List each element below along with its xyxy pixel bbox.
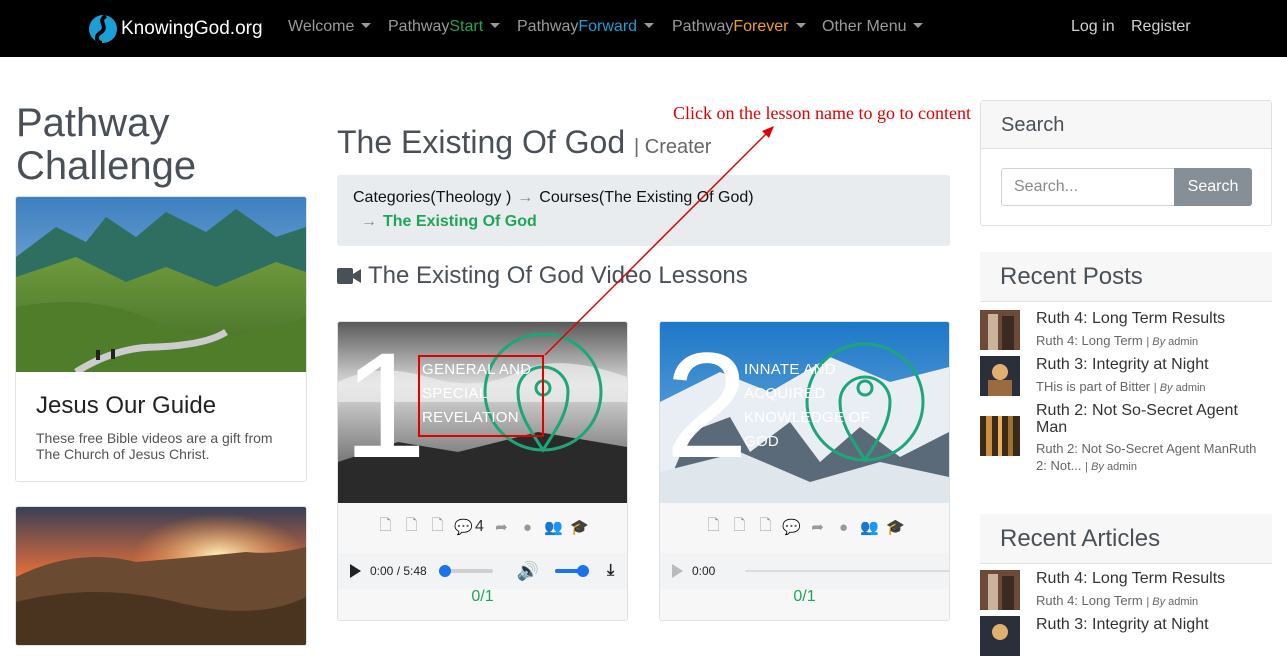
- lesson-thumbnail[interactable]: 2 INNATE AND ACQUIRED KNOWLEDGE OF GOD: [660, 322, 949, 503]
- article-thumbnail[interactable]: [980, 616, 1020, 656]
- lesson-name-link[interactable]: INNATE AND ACQUIRED KNOWLEDGE OF GOD: [744, 358, 884, 454]
- share-icon[interactable]: ➦: [809, 519, 826, 536]
- search-widget: Search Search: [980, 100, 1272, 226]
- comments-icon[interactable]: 💬: [454, 519, 473, 536]
- post-excerpt: Ruth 2: Not So-Secret Agent ManRuth 2: N…: [1036, 441, 1257, 473]
- nav-welcome[interactable]: Welcome: [288, 18, 372, 36]
- lesson-subtitle: | Creater: [634, 136, 712, 158]
- recent-articles-widget: Recent Articles Ruth 4: Long Term Result…: [980, 514, 1272, 656]
- knowinggod-logo-icon: [89, 14, 117, 45]
- chevron-down-icon: [361, 23, 372, 28]
- breadcrumb-current: The Existing Of God: [383, 213, 537, 230]
- share-icon[interactable]: ➦: [493, 519, 510, 536]
- card-title[interactable]: Jesus Our Guide: [36, 392, 216, 420]
- lesson-number: 2: [665, 322, 749, 489]
- comment-count: 4: [475, 518, 484, 535]
- lesson-card-2: 2 INNATE AND ACQUIRED KNOWLEDGE OF GOD 🗋…: [659, 321, 950, 621]
- volume-icon[interactable]: 🔊: [517, 561, 539, 582]
- annotation-text: Click on the lesson name to go to conten…: [673, 103, 971, 123]
- search-widget-title: Search: [981, 101, 1271, 149]
- guide-card[interactable]: Jesus Our Guide These free Bible videos …: [15, 196, 307, 482]
- volume-slider[interactable]: [555, 565, 590, 577]
- annotation-highlight-box: [418, 355, 544, 437]
- pdf-file-icon[interactable]: 🗋: [705, 517, 722, 536]
- download-icon[interactable]: ⤓: [607, 562, 614, 580]
- lesson-score: 0/1: [471, 588, 494, 605]
- post-title-link[interactable]: Ruth 3: Integrity at Night: [1036, 356, 1266, 373]
- search-input[interactable]: [1001, 168, 1175, 206]
- search-button[interactable]: Search: [1174, 168, 1252, 206]
- globe-icon[interactable]: ●: [519, 519, 536, 536]
- chevron-down-icon: [913, 23, 924, 28]
- article-title-link[interactable]: Ruth 3: Integrity at Night: [1036, 616, 1266, 633]
- card-text: These free Bible videos are a gift from …: [36, 430, 273, 462]
- chevron-down-icon: [795, 23, 806, 28]
- brand-name: KnowingGod.org: [121, 18, 263, 39]
- breadcrumb-course[interactable]: Courses(The Existing Of God): [539, 189, 753, 206]
- audio-time: 0:00: [692, 564, 716, 578]
- audio-player: 0:00 / 5:48 🔊 ⤓: [338, 553, 627, 589]
- globe-icon[interactable]: ●: [835, 519, 852, 536]
- top-navbar: KnowingGod.org Welcome PathwayStart Path…: [0, 0, 1287, 57]
- audio-progress-slider[interactable]: [438, 565, 493, 577]
- sunset-card[interactable]: [15, 506, 307, 646]
- users-icon[interactable]: 👥: [544, 519, 563, 536]
- login-link[interactable]: Log in: [1071, 18, 1115, 36]
- article-title-link[interactable]: Ruth 4: Long Term Results: [1036, 570, 1266, 587]
- recent-articles-title: Recent Articles: [980, 514, 1272, 564]
- post-thumbnail[interactable]: [980, 416, 1020, 456]
- chevron-down-icon: [490, 23, 501, 28]
- nav-other-menu[interactable]: Other Menu: [822, 18, 924, 36]
- nav-pathway-forever[interactable]: PathwayForever: [672, 18, 806, 36]
- mountain-valley-image: [16, 197, 306, 372]
- article-excerpt: Ruth 4: Long Term | By admin: [1036, 593, 1199, 608]
- post-thumbnail[interactable]: [980, 310, 1020, 350]
- comments-icon[interactable]: 💬: [782, 519, 801, 536]
- ppt-file-icon[interactable]: 🗋: [403, 517, 420, 536]
- audio-progress-slider[interactable]: [745, 570, 949, 572]
- recent-posts-title: Recent Posts: [980, 252, 1272, 302]
- post-title-link[interactable]: Ruth 4: Long Term Results: [1036, 310, 1266, 327]
- video-camera-icon: [337, 268, 361, 284]
- sunset-landscape-image: [16, 507, 306, 645]
- breadcrumb: Categories(Theology ) → Courses(The Existi…: [337, 175, 950, 246]
- article-thumbnail[interactable]: [980, 570, 1020, 610]
- chevron-down-icon: [644, 23, 655, 28]
- post-title-link[interactable]: Ruth 2: Not So-Secret Agent Man: [1036, 402, 1266, 436]
- word-file-icon[interactable]: 🗋: [429, 517, 446, 536]
- play-icon[interactable]: [350, 564, 361, 578]
- lesson-toolbar: 🗋 🗋 🗋 💬 ➦ ● 👥 🎓: [660, 514, 949, 540]
- pdf-file-icon[interactable]: 🗋: [377, 517, 394, 536]
- breadcrumb-category[interactable]: Categories(Theology ): [353, 189, 511, 206]
- lesson-score: 0/1: [793, 588, 816, 605]
- lesson-number: 1: [343, 322, 427, 489]
- play-icon[interactable]: [672, 564, 683, 578]
- post-thumbnail[interactable]: [980, 356, 1020, 396]
- post-excerpt: THis is part of Bitter | By admin: [1036, 379, 1206, 394]
- brand-logo-link[interactable]: KnowingGod.org: [88, 13, 263, 45]
- sidebar-title: Pathway Challenge: [16, 101, 197, 188]
- users-icon[interactable]: 👥: [860, 519, 879, 536]
- ppt-file-icon[interactable]: 🗋: [731, 517, 748, 536]
- word-file-icon[interactable]: 🗋: [757, 517, 774, 536]
- graduation-cap-icon[interactable]: 🎓: [570, 519, 589, 536]
- nav-pathway-start[interactable]: PathwayStart: [388, 18, 501, 36]
- register-link[interactable]: Register: [1131, 18, 1191, 36]
- audio-player: 0:00: [660, 553, 949, 589]
- audio-time: 0:00 / 5:48: [370, 564, 427, 578]
- nav-pathway-forward[interactable]: PathwayForward: [517, 18, 655, 36]
- recent-posts-widget: Recent Posts Ruth 4: Long Term Results R…: [980, 252, 1272, 473]
- post-excerpt: Ruth 4: Long Term | By admin: [1036, 333, 1199, 348]
- graduation-cap-icon[interactable]: 🎓: [886, 519, 905, 536]
- lesson-title: The Existing Of God | Creater: [337, 124, 712, 160]
- lesson-toolbar: 🗋 🗋 🗋 💬 4 ➦ ● 👥 🎓: [338, 514, 627, 540]
- section-heading: The Existing Of God Video Lessons: [337, 262, 748, 290]
